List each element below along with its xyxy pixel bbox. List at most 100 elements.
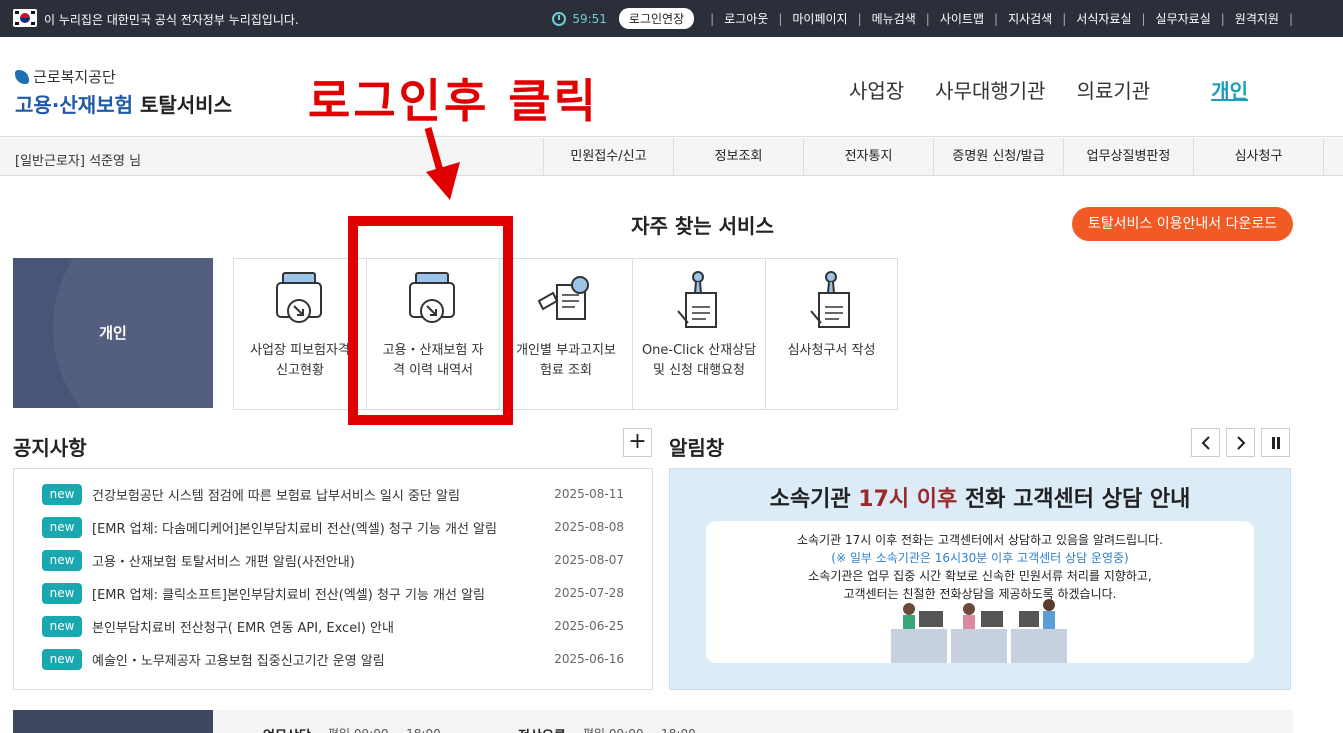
sitemap-link[interactable]: 사이트맵: [940, 10, 984, 27]
alert-headline-emphasis: 17시 이후: [858, 487, 958, 512]
forms-link[interactable]: 서식자료실: [1076, 10, 1131, 27]
annotation-arrow-icon: [424, 127, 460, 200]
contact-item-1: 업무상담: [263, 725, 311, 733]
timer-value: 59:51: [572, 11, 607, 26]
session-timer: 59:51: [552, 11, 607, 26]
remote-support-link[interactable]: 원격지원: [1235, 10, 1279, 27]
site-logo[interactable]: 근로복지공단 고용·산재보험 토탈서비스: [15, 66, 232, 118]
document-stamp-icon: [810, 271, 850, 328]
notice-row[interactable]: new 고용・산재보험 토탈서비스 개편 알림(사전안내) 2025-08-07: [42, 549, 624, 571]
bottom-tile: [13, 710, 213, 733]
pause-icon: [1271, 437, 1280, 449]
tray-download-icon: [276, 272, 322, 323]
login-extend-button[interactable]: 로그인연장: [618, 8, 695, 29]
notice-date: 2025-08-11: [554, 487, 624, 501]
category-tile: 개인: [13, 258, 213, 408]
new-badge: new: [42, 582, 82, 604]
service-appeal-form[interactable]: 심사청구서 작성: [766, 259, 897, 409]
submenu-disease[interactable]: 업무상질병판정: [1063, 138, 1193, 176]
guide-download-button[interactable]: 토탈서비스 이용안내서 다운로드: [1072, 207, 1293, 241]
contact-info-strip: 업무상담 평일 09:00 ~ 18:00 전산오류 평일 09:00 ~ 18…: [213, 710, 1293, 733]
pause-button[interactable]: [1261, 428, 1290, 457]
submenu-info[interactable]: 정보조회: [673, 138, 803, 176]
service-suffix: 토탈서비스: [139, 93, 232, 117]
chevron-right-icon: [1236, 436, 1245, 450]
site-header: 근로복지공단 고용·산재보험 토탈서비스 로그인후 클릭 사업장 사무대행기관 …: [0, 37, 1343, 137]
main-nav: 사업장 사무대행기관 의료기관 개인: [849, 75, 1248, 104]
notice-date: 2025-07-28: [554, 586, 624, 600]
chevron-left-icon: [1201, 436, 1210, 450]
service-label-4b: 및 신청 대행요청: [653, 363, 745, 378]
service-label-3b: 험료 조회: [540, 363, 592, 378]
leaf-logo-icon: [15, 69, 29, 84]
new-badge: new: [42, 648, 82, 670]
alert-card: 소속기관 17시 이후 전화는 고객센터에서 상담하고 있음을 알려드립니다. …: [706, 521, 1254, 663]
sub-menu-bar: [일반근로자] 석준영 님 민원접수/신고 정보조회 전자통지 증명원 신청/발…: [0, 138, 1343, 176]
new-badge: new: [42, 483, 82, 505]
annotation-highlight-box: [348, 216, 513, 425]
user-info: [일반근로자] 석준영 님: [15, 154, 142, 169]
notice-title-text[interactable]: 예술인・노무제공자 고용보험 집중신고기간 운영 알림: [92, 650, 554, 669]
new-badge: new: [42, 516, 82, 538]
quick-service-list: 사업장 피보험자격 신고현황 고용・산재보험 자격 이력 내역서 개인별 부과고지…: [233, 258, 898, 410]
practice-docs-link[interactable]: 실무자료실: [1156, 10, 1211, 27]
notice-date: 2025-08-07: [554, 553, 624, 567]
mypage-link[interactable]: 마이페이지: [792, 10, 847, 27]
notice-title-text[interactable]: [EMR 업체: 클릭소프트]본인부담치료비 전산(엑셀) 청구 기능 개선 알…: [92, 584, 554, 603]
service-label-1a: 사업장 피보험자격: [250, 343, 350, 358]
new-badge: new: [42, 615, 82, 637]
new-badge: new: [42, 549, 82, 571]
next-button[interactable]: [1226, 428, 1255, 457]
notice-title-text[interactable]: [EMR 업체: 다솜메디케어]본인부담치료비 전산(엑셀) 청구 기능 개선 …: [92, 518, 554, 537]
gov-banner: 이 누리집은 대한민국 공식 전자정부 누리집입니다. 59:51 로그인연장 …: [0, 0, 1343, 37]
contact-time-1: 평일 09:00 ~ 18:00: [328, 725, 441, 733]
service-oneclick-consult[interactable]: One-Click 산재상담및 신청 대행요청: [633, 259, 766, 409]
branch-search-link[interactable]: 지사검색: [1008, 10, 1052, 27]
submenu-civil[interactable]: 민원접수/신고: [543, 138, 673, 176]
notice-title: 공지사항: [13, 436, 87, 460]
notice-title-text[interactable]: 본인부담치료비 전산청구( EMR 연동 API, Excel) 안내: [92, 617, 554, 636]
category-label: 개인: [99, 324, 127, 342]
alert-title: 알림창: [669, 436, 725, 460]
notice-date: 2025-08-08: [554, 520, 624, 534]
nav-business[interactable]: 사업장: [849, 75, 904, 104]
notice-row[interactable]: new [EMR 업체: 다솜메디케어]본인부담치료비 전산(엑셀) 청구 기능 …: [42, 516, 624, 538]
annotation-text: 로그인후 클릭: [308, 74, 599, 128]
clock-icon: [552, 11, 567, 26]
notice-more-button[interactable]: +: [623, 428, 652, 457]
notice-row[interactable]: new 본인부담치료비 전산청구( EMR 연동 API, Excel) 안내 20…: [42, 615, 624, 637]
alert-banner[interactable]: 소속기관 17시 이후 전화 고객센터 상담 안내 소속기관 17시 이후 전화…: [669, 468, 1291, 690]
notice-list: new 건강보험공단 시스템 점검에 따른 보험료 납부서비스 일시 중단 알림 2…: [13, 468, 653, 690]
service-label-5a: 심사청구서 작성: [787, 343, 876, 358]
sub-menu: 민원접수/신고 정보조회 전자통지 증명원 신청/발급 업무상질병판정 심사청구: [543, 138, 1324, 176]
menu-search-link[interactable]: 메뉴검색: [872, 10, 916, 27]
notice-row[interactable]: new 예술인・노무제공자 고용보험 집중신고기간 운영 알림 2025-06-16: [42, 648, 624, 670]
nav-personal[interactable]: 개인: [1211, 75, 1248, 104]
document-stamp-icon: [677, 271, 717, 328]
alert-message: 소속기관 17시 이후 전화는 고객센터에서 상담하고 있음을 알려드립니다. …: [797, 533, 1163, 601]
nav-agency[interactable]: 사무대행기관: [935, 75, 1045, 104]
prev-button[interactable]: [1191, 428, 1220, 457]
korea-flag-icon: [13, 9, 37, 27]
alert-headline: 소속기관 17시 이후 전화 고객센터 상담 안내: [769, 487, 1191, 512]
call-center-illustration-icon: [891, 599, 1067, 663]
contact-item-2: 전산오류: [518, 725, 566, 733]
notice-row[interactable]: new 건강보험공단 시스템 점검에 따른 보험료 납부서비스 일시 중단 알림 2…: [42, 483, 624, 505]
submenu-notice[interactable]: 전자통지: [803, 138, 933, 176]
submenu-certificate[interactable]: 증명원 신청/발급: [933, 138, 1063, 176]
nav-medical[interactable]: 의료기관: [1077, 75, 1151, 104]
receipt-search-icon: [537, 276, 589, 320]
notice-row[interactable]: new [EMR 업체: 클릭소프트]본인부담치료비 전산(엑셀) 청구 기능 개…: [42, 582, 624, 604]
submenu-appeal[interactable]: 심사청구: [1193, 138, 1324, 176]
service-premium-inquiry[interactable]: 개인별 부과고지보 험료 조회: [500, 259, 633, 409]
gov-notice-text: 이 누리집은 대한민국 공식 전자정부 누리집입니다.: [44, 13, 299, 27]
notice-title-text[interactable]: 고용・산재보험 토탈서비스 개편 알림(사전안내): [92, 551, 554, 570]
notice-title-text[interactable]: 건강보험공단 시스템 점검에 따른 보험료 납부서비스 일시 중단 알림: [92, 485, 554, 504]
org-name: 근로복지공단: [33, 68, 116, 86]
service-label-1b: 신고현황: [276, 363, 324, 378]
notice-date: 2025-06-16: [554, 652, 624, 666]
logout-link[interactable]: 로그아웃: [724, 10, 768, 27]
notice-date: 2025-06-25: [554, 619, 624, 633]
service-label-4a: One-Click 산재상담: [641, 343, 757, 358]
service-prefix: 고용·산재보험: [15, 93, 133, 117]
